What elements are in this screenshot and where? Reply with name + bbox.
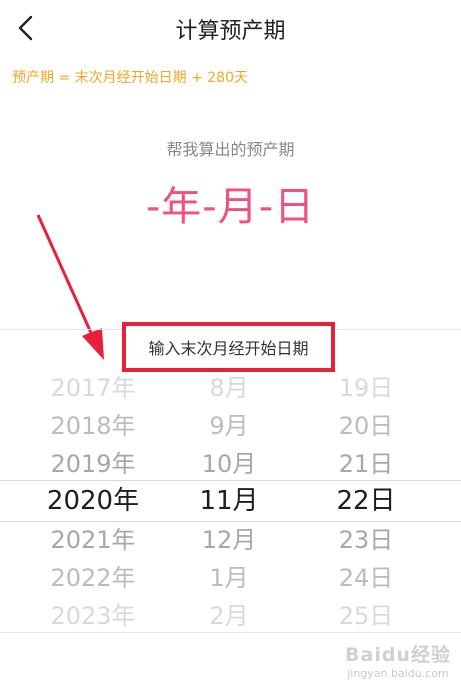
- picker-label-text: 输入末次月经开始日期: [148, 339, 309, 358]
- day-option[interactable]: 24日: [286, 559, 446, 597]
- day-option[interactable]: 20日: [286, 407, 446, 445]
- watermark-logo: Baidu经验: [345, 644, 451, 666]
- watermark: Baidu经验 jingyan.baidu.com: [338, 640, 458, 692]
- day-option[interactable]: 25日: [286, 597, 446, 635]
- selected-month[interactable]: 11月: [149, 482, 309, 520]
- day-option[interactable]: 23日: [286, 521, 446, 559]
- month-option[interactable]: 12月: [149, 521, 309, 559]
- selected-day[interactable]: 22日: [286, 482, 446, 520]
- month-option[interactable]: 1月: [149, 559, 309, 597]
- month-option[interactable]: 2月: [149, 597, 309, 635]
- picker-label: 输入末次月经开始日期: [122, 322, 335, 372]
- month-option[interactable]: 10月: [149, 445, 309, 483]
- month-option[interactable]: 8月: [149, 369, 309, 407]
- month-option[interactable]: 9月: [149, 407, 309, 445]
- watermark-url: jingyan.baidu.com: [347, 667, 449, 680]
- day-option[interactable]: 19日: [286, 369, 446, 407]
- picker-bottom-divider: [0, 632, 461, 633]
- day-option[interactable]: 21日: [286, 445, 446, 483]
